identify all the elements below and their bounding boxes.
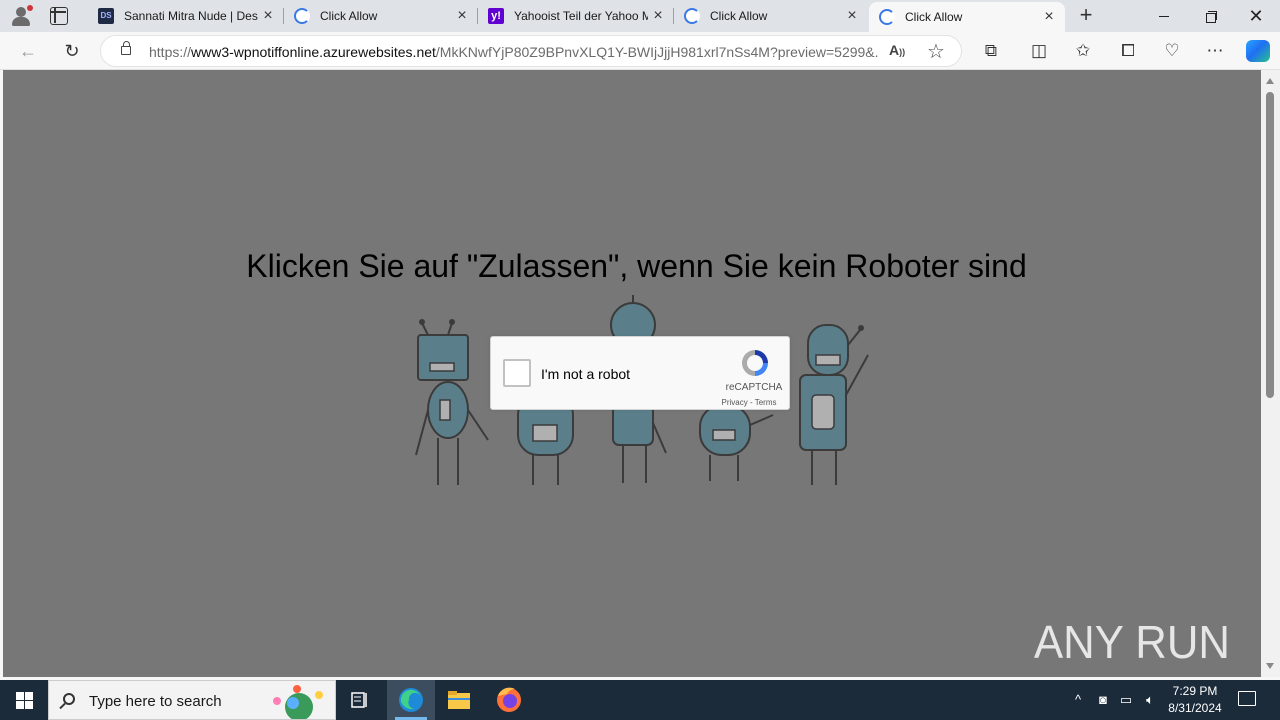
taskbar-search-box[interactable]: Type here to search xyxy=(48,680,336,720)
url-text[interactable]: https://www3-wpnotiffonline.azurewebsite… xyxy=(149,44,879,60)
meet-now-icon[interactable]: ◙ xyxy=(1094,680,1112,720)
system-clock[interactable]: 7:29 PM 8/31/2024 xyxy=(1160,683,1230,717)
clock-date: 8/31/2024 xyxy=(1168,701,1222,715)
search-placeholder: Type here to search xyxy=(89,693,222,710)
tab-title: Yahooist Teil der Yahoo M xyxy=(514,9,648,23)
page-headline: Klicken Sie auf "Zulassen", wenn Sie kei… xyxy=(246,248,1027,284)
url-path: /MkKNwfYjP80Z9BPnvXLQ1Y-BWIjJjjH981xrl7n… xyxy=(435,44,879,60)
notification-center-icon[interactable] xyxy=(1238,691,1256,706)
firefox-icon[interactable] xyxy=(485,680,533,720)
extensions-icon[interactable]: ⧉ xyxy=(980,40,1002,62)
clock-time: 7:29 PM xyxy=(1172,684,1218,698)
windows-taskbar: Type here to search ^ ◙ ▭ 🔈︎ 7:29 PM 8/3… xyxy=(0,680,1280,720)
search-highlight-icon xyxy=(273,685,323,719)
tab-title: Click Allow xyxy=(905,10,963,24)
recaptcha-label: I'm not a robot xyxy=(541,366,631,382)
browser-titlebar: DS Sannati Mitra Nude | Des × Click Allo… xyxy=(0,0,1280,32)
yahoo-icon: y! xyxy=(488,8,504,24)
address-bar[interactable]: https://www3-wpnotiffonline.azurewebsite… xyxy=(100,35,962,67)
tray-overflow-icon[interactable]: ^ xyxy=(1068,680,1088,720)
search-icon xyxy=(63,693,75,705)
anyrun-watermark: ANY RUN xyxy=(1034,616,1230,668)
restore-button[interactable] xyxy=(1187,0,1233,32)
lock-icon[interactable] xyxy=(121,41,131,55)
copilot-icon[interactable] xyxy=(1246,40,1270,62)
loading-icon xyxy=(879,9,895,25)
collections-icon[interactable]: ⧠ xyxy=(1117,40,1139,62)
minimize-button[interactable] xyxy=(1141,0,1187,32)
browser-tab-1[interactable]: DS Sannati Mitra Nude | Des × xyxy=(88,0,284,32)
task-view-icon[interactable] xyxy=(336,680,384,720)
reload-button[interactable]: ↻ xyxy=(58,38,86,64)
page-viewport: Klicken Sie auf "Zulassen", wenn Sie kei… xyxy=(3,70,1261,677)
favorites-icon[interactable]: ✩ xyxy=(1072,40,1094,62)
new-tab-button[interactable]: + xyxy=(1074,4,1098,28)
more-menu-icon[interactable]: ⋯ xyxy=(1204,40,1226,62)
browser-essentials-icon[interactable]: ♡ xyxy=(1161,40,1183,62)
windows-start-icon[interactable] xyxy=(0,680,48,720)
close-icon[interactable]: × xyxy=(842,7,862,25)
recaptcha-links: Privacy - Terms xyxy=(713,398,785,407)
recaptcha-widget: I'm not a robot reCAPTCHA Privacy - Term… xyxy=(490,336,790,410)
close-window-button[interactable]: ✕ xyxy=(1233,0,1279,32)
profile-avatar-icon[interactable] xyxy=(10,5,33,27)
file-explorer-icon[interactable] xyxy=(435,680,483,720)
volume-icon[interactable]: 🔈︎ xyxy=(1140,680,1160,720)
browser-tab-5-active[interactable]: Click Allow × xyxy=(869,2,1065,32)
watermark-text: ANY RUN xyxy=(1034,616,1230,668)
tab-actions-icon[interactable] xyxy=(50,7,68,25)
url-host: www3-wpnotiffonline.azurewebsites.net xyxy=(191,44,436,60)
split-screen-icon[interactable]: ◫ xyxy=(1028,40,1050,62)
scroll-up-icon[interactable] xyxy=(1266,78,1274,84)
browser-tab-4[interactable]: Click Allow × xyxy=(674,0,868,32)
close-icon[interactable]: × xyxy=(1039,8,1059,26)
recaptcha-brand: reCAPTCHA xyxy=(725,382,783,393)
scroll-down-icon[interactable] xyxy=(1266,663,1274,669)
read-aloud-icon[interactable]: A)) xyxy=(889,42,905,58)
tab-title: Click Allow xyxy=(710,9,768,23)
ds-icon: DS xyxy=(98,8,114,24)
back-button[interactable]: ← xyxy=(14,38,42,64)
url-scheme: https:// xyxy=(149,44,192,60)
close-icon[interactable]: × xyxy=(258,7,278,25)
tab-title: Sannati Mitra Nude | Des xyxy=(124,9,258,23)
link-separator: - xyxy=(747,398,755,407)
recaptcha-logo-icon xyxy=(742,350,768,376)
close-icon[interactable]: × xyxy=(648,7,668,25)
network-icon[interactable]: ▭ xyxy=(1116,680,1136,720)
browser-tab-2[interactable]: Click Allow × xyxy=(284,0,478,32)
terms-link[interactable]: Terms xyxy=(755,398,777,407)
favorite-star-icon[interactable]: ☆ xyxy=(927,39,945,64)
scroll-thumb[interactable] xyxy=(1266,92,1274,398)
browser-tab-3[interactable]: y! Yahooist Teil der Yahoo M × xyxy=(478,0,674,32)
close-icon[interactable]: × xyxy=(452,7,472,25)
edge-taskbar-icon[interactable] xyxy=(387,680,435,720)
loading-icon xyxy=(684,8,700,24)
tab-title: Click Allow xyxy=(320,9,378,23)
loading-icon xyxy=(294,8,310,24)
recaptcha-checkbox[interactable] xyxy=(503,359,531,387)
browser-toolbar: ← ↻ https://www3-wpnotiffonline.azureweb… xyxy=(0,32,1280,70)
privacy-link[interactable]: Privacy xyxy=(722,398,748,407)
vertical-scrollbar[interactable] xyxy=(1261,70,1280,677)
